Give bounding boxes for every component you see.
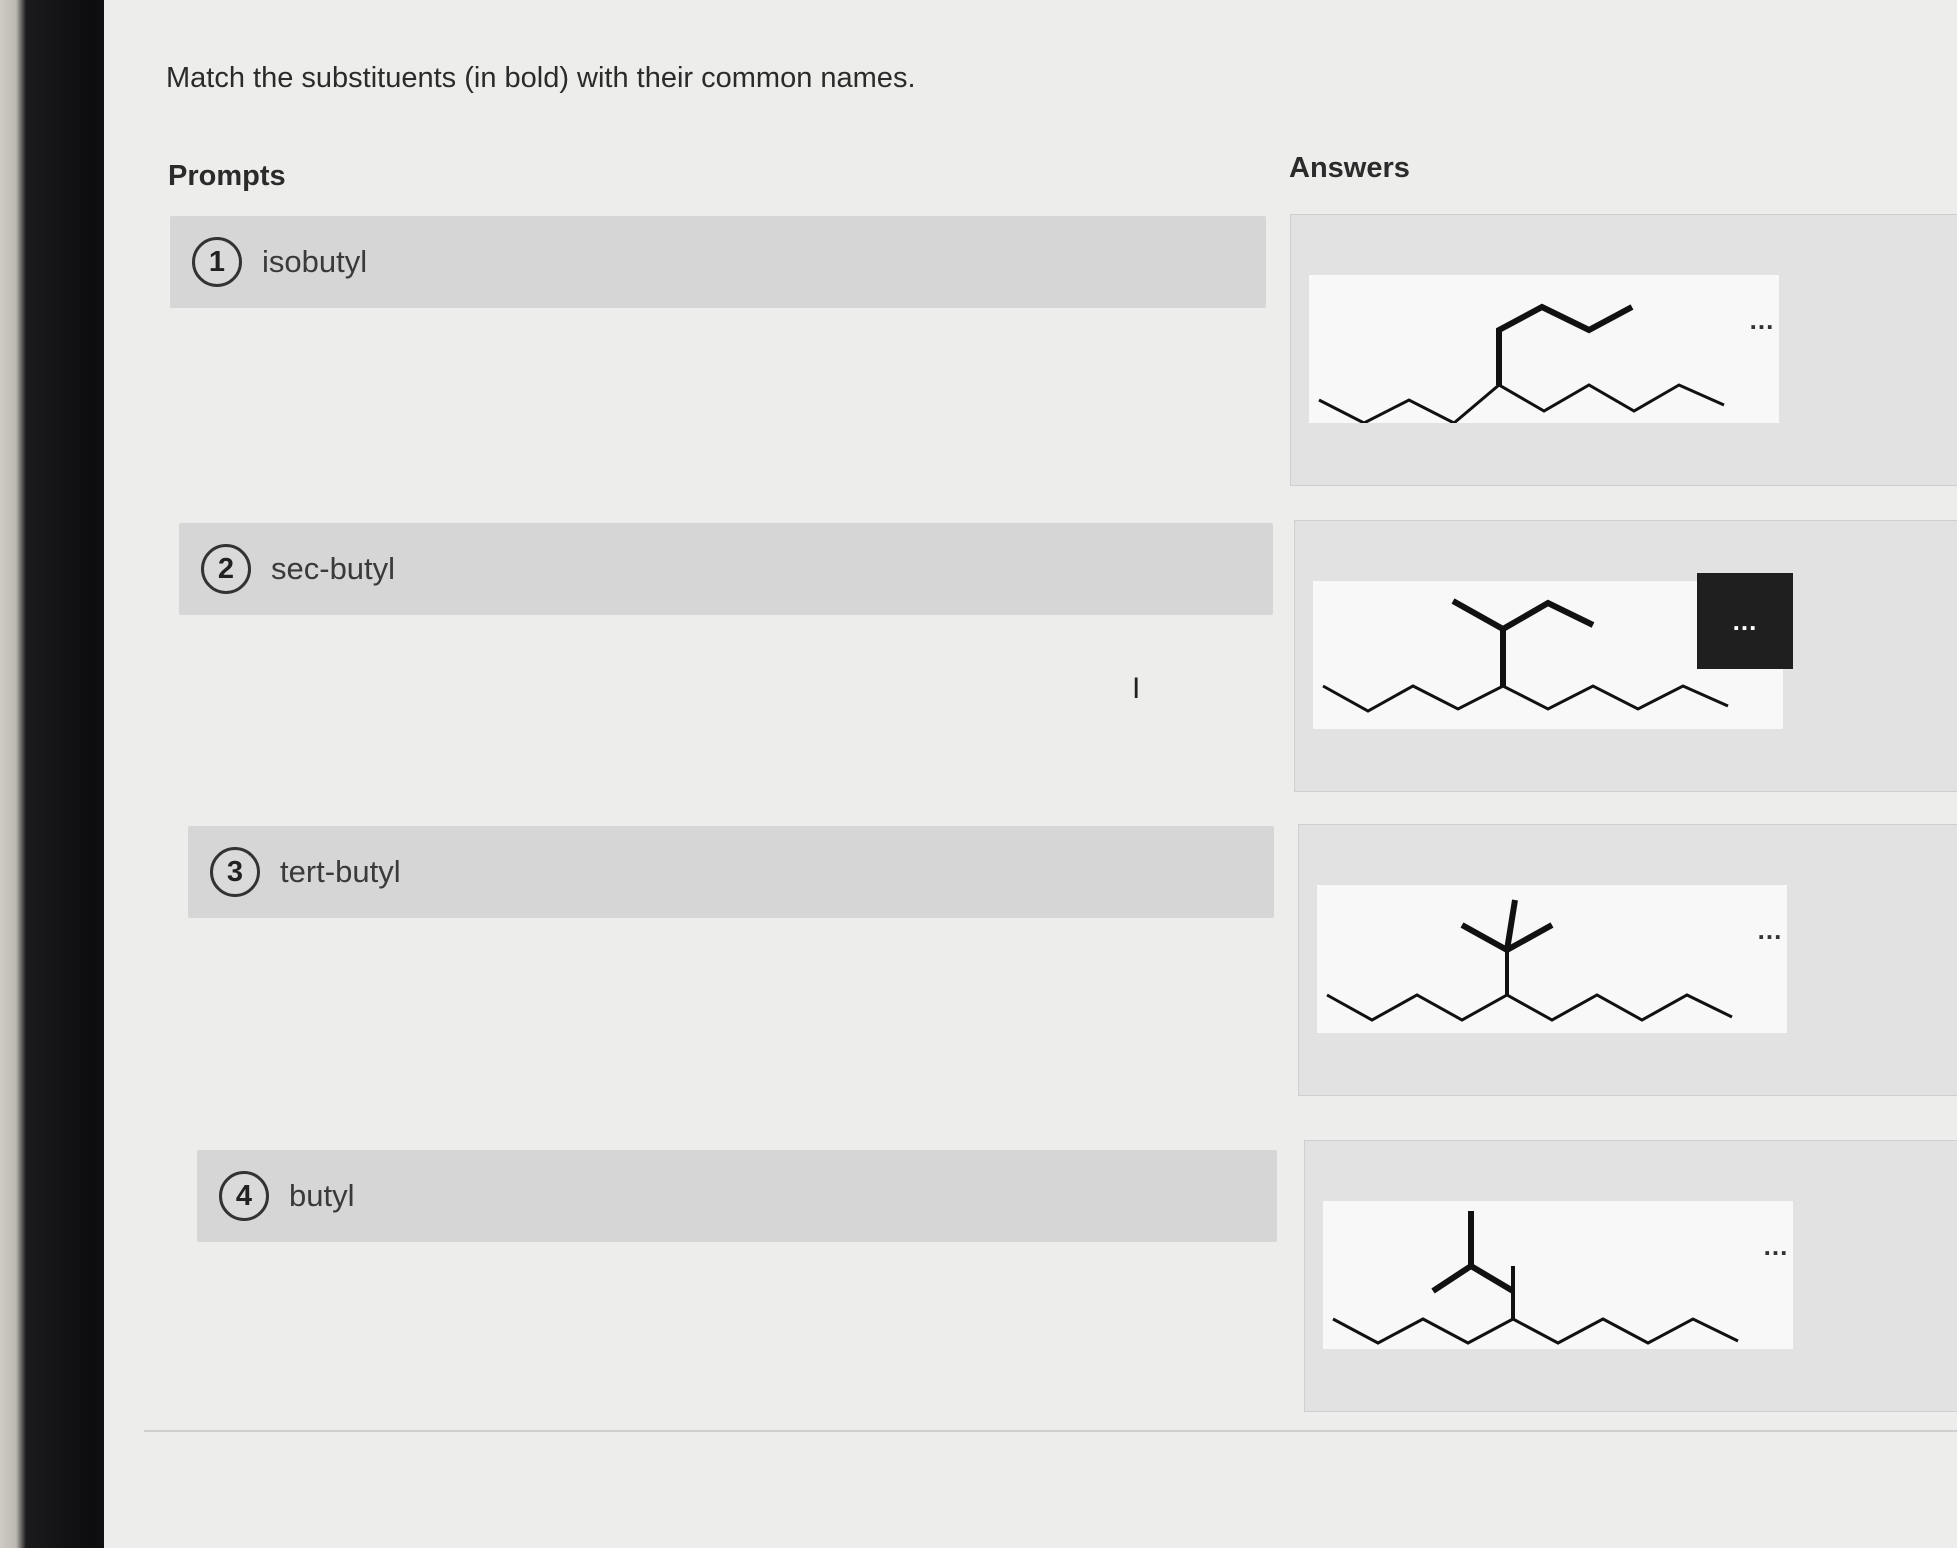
more-options-button[interactable]: ... xyxy=(1743,915,1797,945)
prompt-number-badge: 2 xyxy=(201,544,251,594)
prompts-heading: Prompts xyxy=(168,160,286,192)
prompt-number-badge: 3 xyxy=(210,847,260,897)
prompt-card-2[interactable]: 2 sec-butyl xyxy=(179,523,1273,615)
answers-heading: Answers xyxy=(1289,152,1410,184)
structure-image: ... xyxy=(1313,573,1793,729)
answer-card-1[interactable]: ... xyxy=(1290,214,1957,486)
prompt-card-3[interactable]: 3 tert-butyl xyxy=(188,826,1274,918)
butyl-branch-structure-icon xyxy=(1318,303,1725,423)
answer-card-3[interactable]: ... xyxy=(1298,824,1957,1096)
screen: Match the substituents (in bold) with th… xyxy=(104,0,1957,1548)
prompt-label: sec-butyl xyxy=(271,551,396,586)
text-cursor-icon: I xyxy=(1132,672,1141,705)
instruction-text: Match the substituents (in bold) with th… xyxy=(166,62,916,94)
answer-card-2[interactable]: ... xyxy=(1294,520,1957,792)
structure-image: ... xyxy=(1323,1201,1793,1349)
more-options-button[interactable]: ... xyxy=(1749,1231,1803,1261)
prompt-card-1[interactable]: 1 isobutyl xyxy=(170,216,1266,308)
prompt-card-4[interactable]: 4 butyl xyxy=(197,1150,1277,1242)
prompt-label: isobutyl xyxy=(262,244,368,279)
structure-image: ... xyxy=(1309,275,1779,423)
answer-card-4[interactable]: ... xyxy=(1304,1140,1957,1412)
isobutyl-branch-structure-icon xyxy=(1332,1211,1739,1345)
prompt-label: butyl xyxy=(289,1178,355,1213)
more-options-button[interactable]: ... xyxy=(1735,305,1789,335)
structure-image: ... xyxy=(1317,885,1787,1033)
prompt-number-badge: 4 xyxy=(219,1171,269,1221)
footer-divider xyxy=(144,1430,1957,1432)
prompt-number-badge: 1 xyxy=(192,237,242,287)
more-options-button[interactable]: ... xyxy=(1697,573,1793,669)
prompt-label: tert-butyl xyxy=(280,854,401,889)
tert-butyl-branch-structure-icon xyxy=(1326,899,1733,1022)
